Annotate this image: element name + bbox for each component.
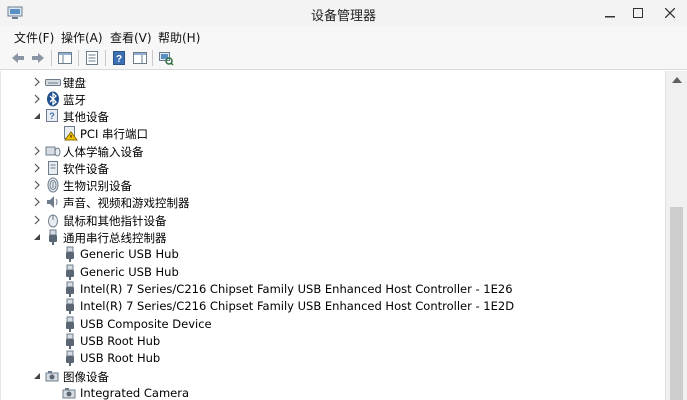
expand-arrow-icon[interactable] <box>32 163 42 173</box>
scrollbar-thumb[interactable] <box>670 207 683 400</box>
toolbar-separator <box>51 50 52 66</box>
tree-item-label: 人体学输入设备 <box>63 145 144 159</box>
tree-item-label: 软件设备 <box>63 162 109 176</box>
scroll-up-arrow-icon[interactable] <box>672 76 682 84</box>
expand-arrow-icon[interactable] <box>32 146 42 156</box>
tree-item-usb-device[interactable]: USB Root Hub <box>1 333 661 350</box>
mouse-icon <box>48 214 58 228</box>
tree-item-usb-device[interactable]: Intel(R) 7 Series/C216 Chipset Family US… <box>1 281 661 298</box>
tree-item-label: Generic USB Hub <box>80 265 179 279</box>
keyboard-icon <box>45 79 61 86</box>
unknown-device-icon: ? <box>46 109 58 122</box>
toolbar-separator <box>78 50 79 66</box>
expand-arrow-icon[interactable] <box>32 180 42 190</box>
hid-icon <box>45 146 61 157</box>
usb-icon <box>66 298 74 314</box>
toolbar: ? <box>0 46 687 70</box>
expand-arrow-icon[interactable] <box>32 77 42 87</box>
speaker-icon <box>47 196 58 208</box>
close-icon <box>664 8 675 18</box>
tree-item-usb-controllers[interactable]: 通用串行总线控制器 <box>1 229 661 246</box>
svg-text:?: ? <box>49 111 55 121</box>
software-device-icon <box>48 161 58 175</box>
collapse-arrow-icon[interactable] <box>32 371 42 381</box>
tree-item-label: 其他设备 <box>63 110 109 124</box>
tree-item-label: Intel(R) 7 Series/C216 Chipset Family US… <box>80 299 515 313</box>
tree-item-integrated-camera[interactable]: Integrated Camera <box>1 385 661 400</box>
tree-item-label: 通用串行总线控制器 <box>63 231 167 245</box>
tree-item-usb-device[interactable]: Generic USB Hub <box>1 246 661 263</box>
help-icon[interactable]: ? <box>111 50 127 66</box>
expand-arrow-icon[interactable] <box>32 215 42 225</box>
usb-icon <box>66 281 74 297</box>
camera-icon <box>62 388 76 399</box>
tree-item-usb-device[interactable]: USB Root Hub <box>1 350 661 367</box>
tree-item-label: Integrated Camera <box>80 386 190 400</box>
tree-item-bluetooth[interactable]: 蓝牙 <box>1 91 661 108</box>
tree-item-biometric[interactable]: 生物识别设备 <box>1 177 661 194</box>
collapse-arrow-icon[interactable] <box>32 232 42 242</box>
tree-item-hid[interactable]: 人体学输入设备 <box>1 143 661 160</box>
forward-arrow-icon[interactable] <box>30 50 46 66</box>
back-arrow-icon[interactable] <box>10 50 26 66</box>
device-tree: 键盘 蓝牙 ? 其他设备 PCI 串行端口 人体学输入设备 软件设备 生物识别设… <box>0 71 665 400</box>
minimize-icon <box>605 16 615 18</box>
collapse-arrow-icon[interactable] <box>32 111 42 121</box>
show-hide-console-tree-icon[interactable] <box>57 50 73 66</box>
tree-item-label: USB Root Hub <box>80 334 161 348</box>
tree-item-label: 图像设备 <box>63 370 109 384</box>
svg-text:?: ? <box>116 54 122 65</box>
menu-action[interactable]: 操作(A) <box>61 29 103 46</box>
vertical-scrollbar[interactable] <box>665 71 687 400</box>
tree-item-label: Generic USB Hub <box>80 247 179 261</box>
fingerprint-icon <box>47 177 59 193</box>
warning-device-icon <box>64 126 78 141</box>
maximize-button[interactable] <box>624 0 652 26</box>
title-bar: 设备管理器 <box>0 0 687 26</box>
tree-item-keyboard[interactable]: 键盘 <box>1 74 661 91</box>
tree-item-label: 鼠标和其他指针设备 <box>63 214 167 228</box>
tree-item-usb-device[interactable]: USB Composite Device <box>1 316 661 333</box>
properties-icon[interactable] <box>84 50 100 66</box>
camera-icon <box>45 371 59 382</box>
tree-item-imaging[interactable]: 图像设备 <box>1 368 661 385</box>
usb-icon <box>66 350 74 366</box>
tree-item-sound[interactable]: 声音、视频和游戏控制器 <box>1 194 661 211</box>
tree-item-label: PCI 串行端口 <box>80 127 149 141</box>
usb-icon <box>66 246 74 262</box>
tree-item-label: USB Composite Device <box>80 317 212 331</box>
toolbar-separator <box>152 50 153 66</box>
usb-icon <box>66 316 74 332</box>
tree-item-usb-device[interactable]: Intel(R) 7 Series/C216 Chipset Family US… <box>1 298 661 315</box>
tree-item-pci-serial-port[interactable]: PCI 串行端口 <box>1 125 661 142</box>
usb-icon <box>66 264 74 280</box>
tree-item-other-devices[interactable]: ? 其他设备 <box>1 108 661 125</box>
tree-item-label: 声音、视频和游戏控制器 <box>63 196 190 210</box>
expand-arrow-icon[interactable] <box>32 94 42 104</box>
tree-item-software-devices[interactable]: 软件设备 <box>1 160 661 177</box>
close-button[interactable] <box>652 0 687 26</box>
window-title: 设备管理器 <box>310 9 376 24</box>
toolbar-separator <box>105 50 106 66</box>
show-hide-action-pane-icon[interactable] <box>132 50 148 66</box>
tree-item-usb-device[interactable]: Generic USB Hub <box>1 264 661 281</box>
usb-icon <box>49 229 57 245</box>
menu-file[interactable]: 文件(F) <box>14 29 54 46</box>
menu-help[interactable]: 帮助(H) <box>158 29 200 46</box>
tree-item-label: Intel(R) 7 Series/C216 Chipset Family US… <box>80 282 513 296</box>
usb-icon <box>66 333 74 349</box>
bluetooth-icon <box>47 91 59 107</box>
menu-bar: 文件(F) 操作(A) 查看(V) 帮助(H) <box>0 26 687 46</box>
tree-item-label: 生物识别设备 <box>63 179 132 193</box>
menu-view[interactable]: 查看(V) <box>110 29 152 46</box>
minimize-button[interactable] <box>596 0 624 26</box>
scan-hardware-changes-icon[interactable] <box>158 50 174 66</box>
expand-arrow-icon[interactable] <box>32 197 42 207</box>
tree-item-mice[interactable]: 鼠标和其他指针设备 <box>1 212 661 229</box>
maximize-icon <box>633 8 643 18</box>
tree-item-label: 键盘 <box>63 76 86 90</box>
tree-item-label: 蓝牙 <box>63 93 86 107</box>
tree-item-label: USB Root Hub <box>80 351 161 365</box>
